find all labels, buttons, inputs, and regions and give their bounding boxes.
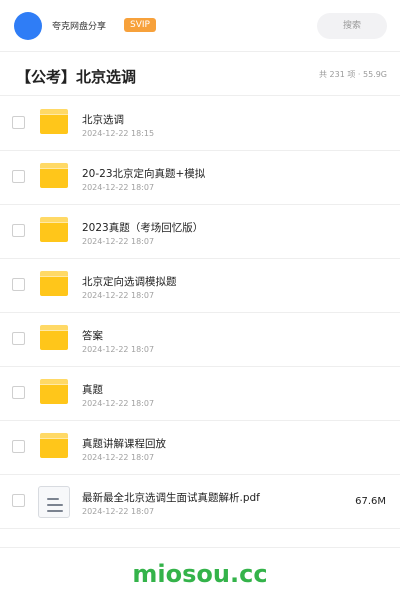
watermark-text: miosou.cc bbox=[132, 560, 268, 588]
file-list: 北京选调 2024-12-22 18:15 20-23北京定向真题+模拟 202… bbox=[0, 97, 400, 529]
search-button[interactable]: 搜索 bbox=[317, 13, 387, 39]
select-checkbox[interactable] bbox=[12, 386, 25, 399]
item-name: 2023真题（考场回忆版） bbox=[82, 222, 204, 234]
item-name: 最新最全北京选调生面试真题解析.pdf bbox=[82, 492, 260, 504]
item-name: 北京选调 bbox=[82, 114, 124, 126]
list-item[interactable]: 真题讲解课程回放 2024-12-22 18:07 bbox=[0, 421, 400, 475]
item-name: 答案 bbox=[82, 330, 103, 342]
folder-icon bbox=[40, 271, 68, 296]
avatar[interactable] bbox=[14, 12, 42, 40]
list-item[interactable]: 北京定向选调模拟题 2024-12-22 18:07 bbox=[0, 259, 400, 313]
list-item[interactable]: 真题 2024-12-22 18:07 bbox=[0, 367, 400, 421]
select-checkbox[interactable] bbox=[12, 278, 25, 291]
item-date: 2024-12-22 18:07 bbox=[82, 399, 155, 408]
folder-icon bbox=[40, 217, 68, 242]
folder-icon bbox=[40, 325, 68, 350]
item-name: 真题讲解课程回放 bbox=[82, 438, 166, 450]
divider bbox=[0, 547, 400, 548]
top-bar: 夸克网盘分享 SVIP 搜索 bbox=[0, 0, 400, 52]
item-date: 2024-12-22 18:07 bbox=[82, 345, 155, 354]
folder-icon bbox=[40, 433, 68, 458]
svip-badge: SVIP bbox=[124, 18, 156, 32]
folder-icon bbox=[40, 379, 68, 404]
list-item[interactable]: 20-23北京定向真题+模拟 2024-12-22 18:07 bbox=[0, 151, 400, 205]
select-checkbox[interactable] bbox=[12, 494, 25, 507]
item-date: 2024-12-22 18:07 bbox=[82, 453, 155, 462]
item-date: 2024-12-22 18:07 bbox=[82, 237, 155, 246]
item-name: 真题 bbox=[82, 384, 103, 396]
folder-stats: 共 231 项 · 55.9G bbox=[319, 70, 387, 79]
list-item[interactable]: 北京选调 2024-12-22 18:15 bbox=[0, 97, 400, 151]
item-date: 2024-12-22 18:07 bbox=[82, 183, 155, 192]
file-size: 67.6M bbox=[355, 496, 386, 507]
item-date: 2024-12-22 18:07 bbox=[82, 507, 155, 516]
select-checkbox[interactable] bbox=[12, 440, 25, 453]
list-item[interactable]: 答案 2024-12-22 18:07 bbox=[0, 313, 400, 367]
select-checkbox[interactable] bbox=[12, 332, 25, 345]
select-checkbox[interactable] bbox=[12, 116, 25, 129]
item-name: 20-23北京定向真题+模拟 bbox=[82, 168, 206, 180]
select-checkbox[interactable] bbox=[12, 224, 25, 237]
list-item[interactable]: 最新最全北京选调生面试真题解析.pdf 2024-12-22 18:07 67.… bbox=[0, 475, 400, 529]
item-date: 2024-12-22 18:15 bbox=[82, 129, 155, 138]
page-title: 【公考】北京选调 bbox=[16, 68, 137, 86]
item-date: 2024-12-22 18:07 bbox=[82, 291, 155, 300]
document-icon bbox=[38, 486, 70, 518]
select-checkbox[interactable] bbox=[12, 170, 25, 183]
account-name[interactable]: 夸克网盘分享 bbox=[52, 19, 106, 32]
item-name: 北京定向选调模拟题 bbox=[82, 276, 177, 288]
folder-icon bbox=[40, 109, 68, 134]
folder-header: 【公考】北京选调 共 231 项 · 55.9G bbox=[0, 52, 400, 96]
folder-icon bbox=[40, 163, 68, 188]
list-item[interactable]: 2023真题（考场回忆版） 2024-12-22 18:07 bbox=[0, 205, 400, 259]
